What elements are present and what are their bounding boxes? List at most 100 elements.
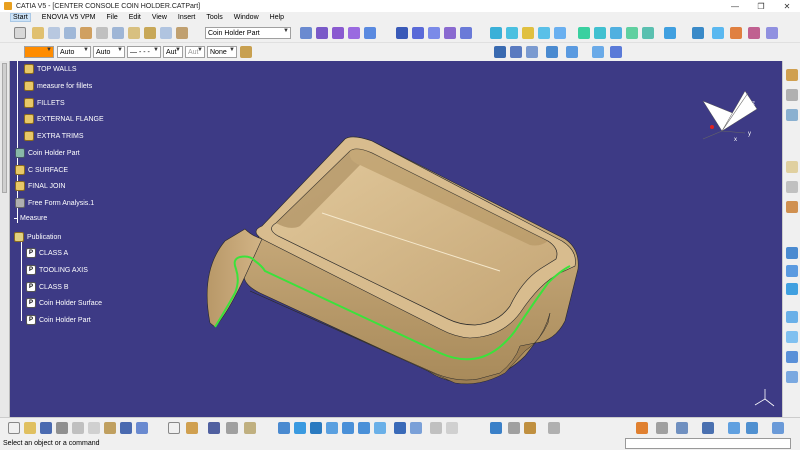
law-icon[interactable] <box>664 27 676 39</box>
tree-node-class-a[interactable]: P CLASS A <box>26 248 68 258</box>
scene-icon[interactable] <box>676 422 688 434</box>
geometrical-set-insert-icon[interactable] <box>160 27 172 39</box>
tree-node-external-flange[interactable]: EXTERNAL FLANGE <box>24 114 104 124</box>
plane-icon[interactable] <box>526 46 538 58</box>
extrude-icon[interactable] <box>300 27 312 39</box>
compass-toggle-icon[interactable] <box>226 422 238 434</box>
scaling-icon[interactable] <box>538 27 550 39</box>
trim-icon[interactable] <box>428 27 440 39</box>
color-combo[interactable]: ▼ <box>24 46 54 58</box>
redo-icon[interactable] <box>136 422 148 434</box>
measure-between-icon[interactable] <box>548 422 560 434</box>
maximize-button[interactable]: ❐ <box>748 0 774 12</box>
surface-analysis-icon[interactable] <box>786 265 798 277</box>
menu-view[interactable]: View <box>152 14 167 21</box>
view-manipulation-icon[interactable] <box>490 422 502 434</box>
tree-node-final-join[interactable]: FINAL JOIN <box>15 181 65 191</box>
extract-icon[interactable] <box>460 27 472 39</box>
variable-fillet-icon[interactable] <box>626 27 638 39</box>
print-icon[interactable] <box>56 422 68 434</box>
datum-icon[interactable] <box>112 27 124 39</box>
wireframe-icon[interactable] <box>656 422 668 434</box>
current-part-combo[interactable]: Coin Holder Part ▼ <box>205 27 291 39</box>
hide-icon[interactable] <box>430 422 442 434</box>
iso-view-icon[interactable] <box>394 422 406 434</box>
split-icon[interactable] <box>412 27 424 39</box>
reorder-icon[interactable] <box>96 27 108 39</box>
fit-all-icon[interactable] <box>294 422 306 434</box>
tree-node-tooling-axis[interactable]: P TOOLING AXIS <box>26 265 88 275</box>
capture-icon[interactable] <box>508 422 520 434</box>
mirror-icon[interactable] <box>786 371 798 383</box>
measure-icon[interactable] <box>786 89 798 101</box>
analysis-icon[interactable] <box>712 27 724 39</box>
catalog-icon[interactable] <box>786 69 798 81</box>
revolve-icon[interactable] <box>316 27 328 39</box>
point-icon[interactable] <box>494 46 506 58</box>
curve-analysis-icon[interactable] <box>786 247 798 259</box>
multi-section-icon[interactable] <box>364 27 376 39</box>
swap-space-icon[interactable] <box>446 422 458 434</box>
fly-mode-icon[interactable] <box>278 422 290 434</box>
tree-node-coin-holder-part-pub[interactable]: P Coin Holder Part <box>26 315 91 325</box>
close-button[interactable]: ✕ <box>774 0 800 12</box>
materials-icon[interactable] <box>636 422 648 434</box>
fillet-icon[interactable] <box>578 27 590 39</box>
chamfer-icon[interactable] <box>594 27 606 39</box>
point-symbol-combo[interactable]: Aut ▼ <box>163 46 183 58</box>
hide-show-icon[interactable] <box>786 181 798 193</box>
tree-node-free-form-analysis[interactable]: Free Form Analysis.1 <box>15 198 94 208</box>
linetype-combo[interactable]: — - - - ▼ <box>127 46 161 58</box>
translate-icon[interactable] <box>490 27 502 39</box>
tree-node-top-walls[interactable]: TOP WALLS <box>24 64 77 74</box>
open-folder-icon[interactable] <box>24 422 36 434</box>
menu-file[interactable]: File <box>106 14 117 21</box>
apply-icon[interactable] <box>728 422 740 434</box>
shading-icon[interactable] <box>410 422 422 434</box>
normal-view-icon[interactable] <box>374 422 386 434</box>
offset-icon[interactable] <box>786 161 798 173</box>
none-combo[interactable]: None ▼ <box>207 46 237 58</box>
tree-node-c-surface[interactable]: C SURFACE <box>15 165 68 175</box>
ordered-set-icon[interactable] <box>176 27 188 39</box>
rendering-icon[interactable] <box>786 331 798 343</box>
sketcher-icon[interactable] <box>48 27 60 39</box>
menu-insert[interactable]: Insert <box>178 14 196 21</box>
connect-checker-icon[interactable] <box>766 27 778 39</box>
connect-icon[interactable] <box>786 311 798 323</box>
porcupine-icon[interactable] <box>786 283 798 295</box>
rotate-icon[interactable] <box>506 27 518 39</box>
tool-icon[interactable] <box>80 27 92 39</box>
camera-icon[interactable] <box>772 422 784 434</box>
affinity-icon[interactable] <box>554 27 566 39</box>
workbench-icon[interactable] <box>32 27 44 39</box>
formula-icon[interactable] <box>168 422 180 434</box>
circle-icon[interactable] <box>592 46 604 58</box>
tree-node-measure-for-fillets[interactable]: measure for fillets <box>24 81 92 91</box>
projection-icon[interactable] <box>546 46 558 58</box>
edge-fillet-icon[interactable] <box>610 27 622 39</box>
body-insert-icon[interactable] <box>144 27 156 39</box>
sketch-tracer-icon[interactable] <box>786 109 798 121</box>
spline-icon[interactable] <box>610 46 622 58</box>
mirror-view-icon[interactable] <box>702 422 714 434</box>
tree-node-publication[interactable]: Publication <box>14 232 61 242</box>
join-icon[interactable] <box>396 27 408 39</box>
pan-icon[interactable] <box>310 422 322 434</box>
tree-node-measure[interactable]: Measure <box>14 215 47 222</box>
menu-window[interactable]: Window <box>234 14 259 21</box>
rotate-view-icon[interactable] <box>326 422 338 434</box>
copy-icon[interactable] <box>88 422 100 434</box>
intersection-icon[interactable] <box>566 46 578 58</box>
tree-node-class-b[interactable]: P CLASS B <box>26 282 69 292</box>
knowledge-icon[interactable] <box>186 422 198 434</box>
face-fillet-icon[interactable] <box>642 27 654 39</box>
paste-icon[interactable] <box>104 422 116 434</box>
curvature-icon[interactable] <box>748 27 760 39</box>
boundary-icon[interactable] <box>444 27 456 39</box>
cut-icon[interactable] <box>786 201 798 213</box>
painter-icon[interactable] <box>240 46 252 58</box>
tree-node-fillets[interactable]: FILLETS <box>24 98 65 108</box>
draft-analysis-icon[interactable] <box>730 27 742 39</box>
tree-scrollbar[interactable] <box>0 61 10 417</box>
